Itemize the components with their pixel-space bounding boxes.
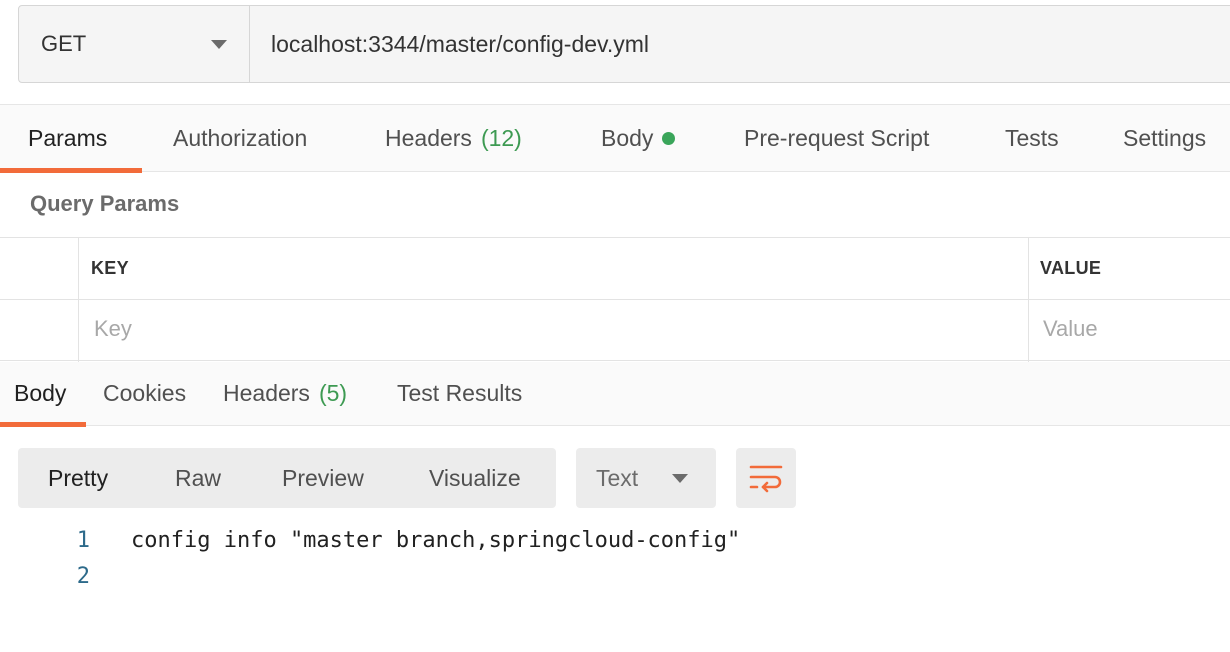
key-input[interactable]: Key bbox=[94, 316, 132, 342]
tab-params[interactable]: Params bbox=[28, 105, 107, 171]
tab-label: Pre-request Script bbox=[744, 124, 930, 151]
tab-label: Headers bbox=[223, 379, 310, 406]
response-headers-count: (5) bbox=[318, 379, 348, 406]
tab-cookies[interactable]: Cookies bbox=[103, 362, 186, 424]
tab-settings[interactable]: Settings bbox=[1123, 105, 1206, 171]
tab-label: Body bbox=[601, 124, 654, 151]
active-tab-indicator bbox=[0, 422, 86, 427]
tab-response-body[interactable]: Body bbox=[14, 362, 66, 424]
code-line: 2 bbox=[0, 564, 1230, 600]
tab-label: Tests bbox=[1005, 124, 1059, 151]
tab-pre-request-script[interactable]: Pre-request Script bbox=[744, 105, 929, 171]
query-params-title: Query Params bbox=[30, 191, 180, 216]
tab-label: Settings bbox=[1123, 124, 1207, 151]
column-header-value: VALUE bbox=[1040, 258, 1102, 278]
chevron-down-icon bbox=[672, 473, 688, 483]
response-tabs: Body Cookies Headers (5) Test Results bbox=[0, 362, 1230, 427]
tab-test-results[interactable]: Test Results bbox=[397, 362, 522, 424]
code-line: 1 config info "master branch,springcloud… bbox=[0, 528, 1230, 564]
table-row: Key Value bbox=[0, 300, 1230, 362]
query-params-table: KEY VALUE Key Value bbox=[0, 237, 1230, 362]
tab-label: Headers bbox=[385, 124, 472, 151]
format-visualize-button[interactable]: Visualize bbox=[429, 448, 521, 508]
method-select[interactable]: GET bbox=[19, 6, 250, 82]
line-number: 1 bbox=[76, 528, 90, 553]
format-raw-button[interactable]: Raw bbox=[175, 448, 221, 508]
response-type-select[interactable]: Text bbox=[576, 448, 716, 508]
value-input[interactable]: Value bbox=[1043, 316, 1098, 342]
headers-count: (12) bbox=[480, 124, 522, 151]
tab-tests[interactable]: Tests bbox=[1005, 105, 1059, 171]
chevron-down-icon bbox=[211, 39, 227, 49]
wrap-lines-icon bbox=[749, 465, 783, 493]
request-tabs: Params Authorization Headers (12) Body P… bbox=[0, 104, 1230, 173]
format-preview-button[interactable]: Preview bbox=[282, 448, 364, 508]
tab-label: Cookies bbox=[103, 379, 187, 406]
tab-label: Authorization bbox=[173, 124, 308, 151]
line-content: config info "master branch,springcloud-c… bbox=[131, 528, 741, 553]
method-label: GET bbox=[41, 31, 87, 56]
response-type-label: Text bbox=[596, 464, 639, 491]
tab-authorization[interactable]: Authorization bbox=[173, 105, 307, 171]
wrap-lines-button[interactable] bbox=[736, 448, 796, 508]
format-pretty-button[interactable]: Pretty bbox=[48, 448, 108, 508]
tab-response-headers[interactable]: Headers (5) bbox=[223, 362, 347, 424]
column-header-key: KEY bbox=[91, 258, 129, 278]
body-status-dot-icon bbox=[662, 131, 676, 145]
active-tab-indicator bbox=[0, 168, 142, 173]
table-header-row: KEY VALUE bbox=[0, 238, 1230, 300]
tab-label: Body bbox=[14, 379, 67, 406]
tab-body[interactable]: Body bbox=[601, 105, 676, 171]
tab-headers[interactable]: Headers (12) bbox=[385, 105, 522, 171]
request-bar: GET localhost:3344/master/config-dev.yml bbox=[18, 5, 1230, 83]
format-segmented-control: Pretty Raw Preview Visualize bbox=[18, 448, 556, 508]
url-input[interactable]: localhost:3344/master/config-dev.yml bbox=[250, 6, 649, 82]
tab-label: Test Results bbox=[397, 379, 523, 406]
line-number: 2 bbox=[76, 564, 90, 589]
tab-label: Params bbox=[28, 124, 108, 151]
